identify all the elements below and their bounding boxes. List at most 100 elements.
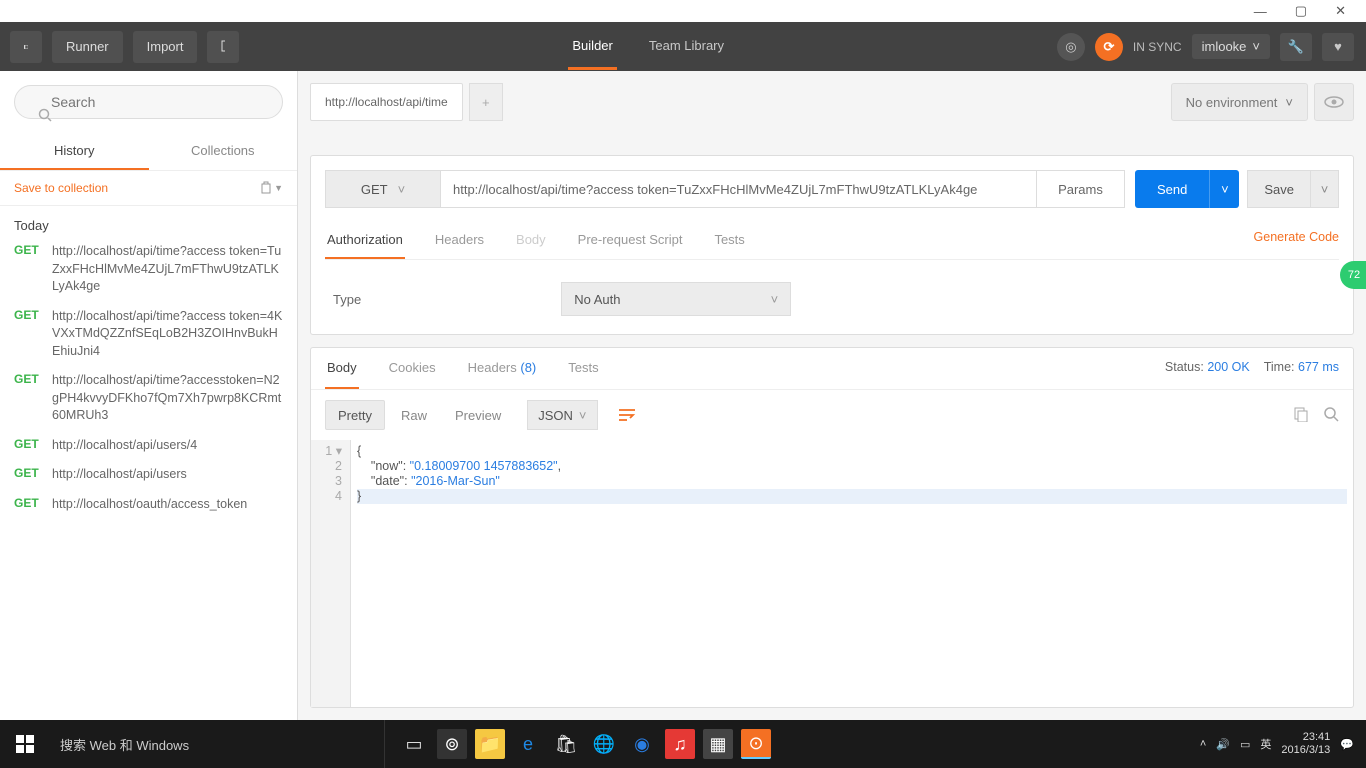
heart-icon[interactable]: ♥	[1322, 33, 1354, 61]
resp-tab-tests[interactable]: Tests	[566, 348, 600, 389]
toggle-sidebar-icon[interactable]	[10, 31, 42, 63]
format-dropdown[interactable]: JSON ˅	[527, 400, 597, 430]
interceptor-icon[interactable]: ◎	[1057, 33, 1085, 61]
sidebar-tab-collections[interactable]: Collections	[149, 133, 298, 170]
tray-network-icon[interactable]: ▭	[1240, 738, 1250, 751]
req-tab-prerequest[interactable]: Pre-request Script	[576, 224, 685, 259]
view-preview[interactable]: Preview	[443, 400, 513, 430]
search-response-icon[interactable]	[1323, 406, 1339, 425]
tray-ime-icon[interactable]: 英	[1260, 736, 1271, 752]
time-label: Time:	[1264, 360, 1295, 374]
task-view-icon[interactable]: ▭	[399, 729, 429, 759]
taskbar-app-1[interactable]: ⊚	[437, 729, 467, 759]
history-group-today: Today	[14, 218, 283, 233]
taskbar-chrome[interactable]: 🌐	[589, 729, 619, 759]
history-item[interactable]: GET http://localhost/api/users	[14, 466, 283, 484]
status-label: Status:	[1165, 360, 1204, 374]
new-window-icon[interactable]: +	[207, 31, 239, 63]
app-toolbar: Runner Import + Builder Team Library ◎ ⟳…	[0, 22, 1366, 71]
req-tab-headers[interactable]: Headers	[433, 224, 486, 259]
new-tab-button[interactable]: +	[469, 83, 503, 121]
request-tab[interactable]: http://localhost/api/time	[310, 83, 463, 121]
tray-time[interactable]: 23:41	[1281, 731, 1330, 744]
history-item[interactable]: GEThttp://localhost/api/users/4	[14, 437, 283, 455]
sidebar-tab-history[interactable]: History	[0, 133, 149, 170]
resp-tab-body[interactable]: Body	[325, 348, 359, 389]
taskbar: 搜索 Web 和 Windows ▭ ⊚ 📁 e 🛍 🌐 ◉ ♫ ▦ ⊙ ˄ 🔊…	[0, 720, 1366, 768]
auth-type-dropdown[interactable]: No Auth ˅	[561, 282, 791, 316]
start-button[interactable]	[0, 720, 50, 768]
taskbar-sublime[interactable]: ▦	[703, 729, 733, 759]
tab-team-library[interactable]: Team Library	[645, 24, 728, 70]
method-label: GET	[361, 182, 388, 197]
tray-notifications-icon[interactable]: 💬	[1340, 738, 1354, 751]
wrap-lines-icon[interactable]	[610, 400, 644, 430]
taskbar-explorer[interactable]: 📁	[475, 729, 505, 759]
trash-icon	[260, 181, 272, 195]
history-item[interactable]: GEThttp://localhost/oauth/access_token	[14, 496, 283, 514]
score-badge[interactable]: 72	[1340, 261, 1366, 289]
history-url: http://localhost/api/users	[52, 466, 283, 484]
auth-type-label: Type	[333, 292, 361, 307]
settings-icon[interactable]: 🔧	[1280, 33, 1312, 61]
sync-status-icon[interactable]: ⟳	[1095, 33, 1123, 61]
maximize-button[interactable]: ▢	[1295, 3, 1307, 19]
req-tab-authorization[interactable]: Authorization	[325, 224, 405, 259]
req-tab-tests[interactable]: Tests	[712, 224, 746, 259]
window-controls: — ▢ ✕	[0, 0, 1366, 22]
history-method: GET	[14, 437, 42, 455]
req-tab-body[interactable]: Body	[514, 224, 548, 259]
history-item[interactable]: GEThttp://localhost/api/time?accesstoken…	[14, 372, 283, 425]
clear-history-button[interactable]: ▼	[260, 181, 283, 195]
send-button[interactable]: Send	[1135, 170, 1209, 208]
sidebar: History Collections Save to collection ▼…	[0, 71, 298, 720]
copy-icon[interactable]	[1293, 406, 1309, 425]
import-button[interactable]: Import	[133, 31, 198, 63]
response-body[interactable]: 1 ▾234 { "now": "0.18009700 1457883652",…	[311, 440, 1353, 707]
tray-date[interactable]: 2016/3/13	[1281, 744, 1330, 757]
chevron-down-icon: ˅	[1285, 95, 1293, 110]
close-button[interactable]: ✕	[1335, 3, 1346, 19]
history-method: GET	[14, 466, 42, 484]
environment-dropdown[interactable]: No environment ˅	[1171, 83, 1308, 121]
minimize-button[interactable]: —	[1254, 4, 1267, 19]
view-raw[interactable]: Raw	[389, 400, 439, 430]
environment-label: No environment	[1186, 95, 1278, 110]
tab-builder[interactable]: Builder	[568, 24, 616, 70]
chevron-down-icon: ˅	[579, 408, 587, 423]
save-to-collection-link[interactable]: Save to collection	[14, 181, 108, 195]
params-button[interactable]: Params	[1037, 170, 1125, 208]
taskbar-app-2[interactable]: ◉	[627, 729, 657, 759]
chevron-down-icon: ˅	[398, 182, 406, 197]
generate-code-link[interactable]: Generate Code	[1254, 230, 1339, 244]
url-input[interactable]	[441, 170, 1037, 208]
runner-button[interactable]: Runner	[52, 31, 123, 63]
main-content: 72 http://localhost/api/time + No enviro…	[298, 71, 1366, 720]
search-input[interactable]	[14, 85, 283, 119]
search-icon	[38, 108, 52, 122]
user-menu[interactable]: imlooke ˅	[1192, 34, 1270, 59]
env-quicklook-icon[interactable]	[1314, 83, 1354, 121]
taskbar-store[interactable]: 🛍	[551, 729, 581, 759]
send-dropdown[interactable]: ˅	[1209, 170, 1239, 208]
view-pretty[interactable]: Pretty	[325, 400, 385, 430]
taskbar-postman[interactable]: ⊙	[741, 729, 771, 759]
history-item[interactable]: GET http://localhost/api/time?access toke…	[14, 308, 283, 361]
history-url: http://localhost/api/time?access token=4…	[52, 308, 283, 361]
history-method: GET	[14, 308, 42, 361]
resp-tab-headers[interactable]: Headers (8)	[466, 348, 539, 389]
history-url: http://localhost/oauth/access_token	[52, 496, 283, 514]
save-dropdown[interactable]: ˅	[1311, 170, 1339, 208]
status-value: 200 OK	[1207, 360, 1249, 374]
history-method: GET	[14, 243, 42, 296]
save-button[interactable]: Save	[1247, 170, 1311, 208]
tray-volume-icon[interactable]: 🔊	[1216, 738, 1230, 751]
tray-chevron-icon[interactable]: ˄	[1200, 738, 1206, 750]
taskbar-app-3[interactable]: ♫	[665, 729, 695, 759]
method-dropdown[interactable]: GET ˅	[325, 170, 441, 208]
history-item[interactable]: GEThttp://localhost/api/time?access toke…	[14, 243, 283, 296]
taskbar-edge[interactable]: e	[513, 729, 543, 759]
time-value: 677 ms	[1298, 360, 1339, 374]
taskbar-search[interactable]: 搜索 Web 和 Windows	[50, 720, 385, 768]
resp-tab-cookies[interactable]: Cookies	[387, 348, 438, 389]
